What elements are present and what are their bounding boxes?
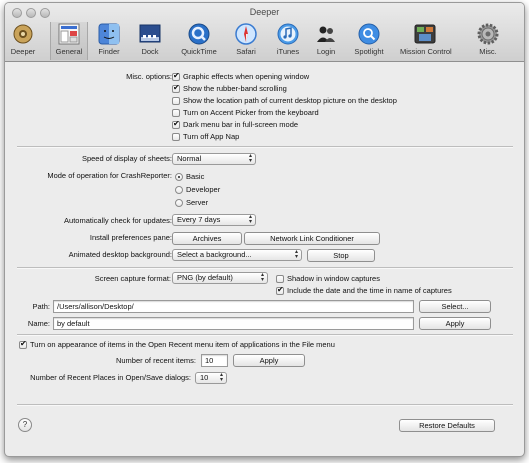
- toolbar-item-mission-control[interactable]: Mission Control: [400, 22, 452, 60]
- checkbox-app-nap[interactable]: [172, 133, 180, 141]
- checkbox-label: Turn on appearance of items in the Open …: [30, 340, 335, 349]
- updates-label: Automatically check for updates:: [64, 216, 172, 225]
- separator: [17, 146, 513, 148]
- users-icon: [315, 23, 337, 45]
- separator: [17, 267, 513, 269]
- updates-popup[interactable]: Every 7 days ▴ ▾: [172, 214, 256, 226]
- spotlight-magnifier-icon: [358, 23, 380, 45]
- select-button[interactable]: Select...: [419, 300, 491, 313]
- radio-label: Developer: [186, 185, 221, 194]
- popup-value: Normal: [177, 154, 202, 163]
- apply-name-button[interactable]: Apply: [419, 317, 491, 330]
- checkbox-label: Show the rubber-band scrolling: [183, 84, 287, 93]
- checkbox-label: Show the location path of current deskto…: [183, 96, 397, 105]
- popup-value: PNG (by default): [177, 273, 233, 282]
- itunes-note-icon: [277, 23, 299, 45]
- toolbar-item-itunes[interactable]: iTunes: [273, 22, 303, 60]
- misc-options-label: Misc. options:: [126, 72, 172, 81]
- popup-value: Every 7 days: [177, 215, 221, 224]
- general-pane: Misc. options: Graphic effects when open…: [5, 62, 524, 456]
- gear-wheel-icon: [12, 23, 34, 45]
- separator: [17, 334, 513, 336]
- toolbar-label: Spotlight: [354, 47, 384, 56]
- toolbar-label: QuickTime: [181, 47, 217, 56]
- name-field[interactable]: by default: [53, 317, 414, 330]
- toolbar-item-login[interactable]: Login: [311, 22, 341, 60]
- checkbox-accent-picker[interactable]: [172, 109, 180, 117]
- checkbox-graphic-effects[interactable]: [172, 71, 180, 81]
- sheets-speed-label: Speed of display of sheets:: [81, 154, 172, 163]
- popup-arrows-icon: ▴ ▾: [248, 153, 252, 164]
- toolbar-item-finder[interactable]: Finder: [94, 22, 124, 60]
- title-bar: Deeper Deeper General Finder Dock QuickT…: [5, 3, 524, 62]
- toolbar-item-quicktime[interactable]: QuickTime: [181, 22, 217, 60]
- popup-value: Select a background...: [177, 250, 252, 259]
- radio-label: Basic: [186, 172, 205, 181]
- checkbox-label: Turn off App Nap: [183, 132, 240, 141]
- radio-label: Server: [186, 198, 209, 207]
- checkbox-label: Turn on Accent Picker from the keyboard: [183, 108, 319, 117]
- recent-items-field[interactable]: 10: [201, 354, 228, 367]
- checkbox-dark-menu-bar[interactable]: [172, 119, 180, 129]
- gear-icon: [477, 23, 499, 45]
- popup-arrows-icon: ▴ ▾: [294, 249, 298, 260]
- checkbox-label: Dark menu bar in full-screen mode: [183, 120, 299, 129]
- stop-button[interactable]: Stop: [307, 249, 375, 262]
- popup-arrows-icon: ▴ ▾: [260, 272, 264, 283]
- safari-compass-icon: [235, 23, 257, 45]
- checkbox-date-in-name[interactable]: [276, 285, 284, 295]
- checkbox-shadow-captures[interactable]: [276, 275, 284, 283]
- toolbar-item-spotlight[interactable]: Spotlight: [354, 22, 384, 60]
- checkbox-open-recent[interactable]: [19, 339, 27, 349]
- radio-developer[interactable]: [175, 186, 183, 194]
- toolbar-label: Misc.: [479, 47, 497, 56]
- general-prefs-icon: [58, 23, 80, 45]
- background-popup[interactable]: Select a background... ▴ ▾: [172, 249, 302, 261]
- sheets-speed-popup[interactable]: Normal ▴ ▾: [172, 153, 256, 165]
- checkbox-label: Graphic effects when opening window: [183, 72, 310, 81]
- popup-arrows-icon: ▴ ▾: [219, 372, 223, 383]
- path-label: Path:: [32, 302, 50, 311]
- toolbar-item-safari[interactable]: Safari: [231, 22, 261, 60]
- path-field[interactable]: /Users/allison/Desktop/: [53, 300, 414, 313]
- install-prefpane-label: Install preferences pane:: [89, 233, 172, 242]
- quicktime-icon: [188, 23, 210, 45]
- radio-server[interactable]: [175, 199, 183, 207]
- popup-arrows-icon: ▴ ▾: [248, 214, 252, 225]
- desktop-background-label: Animated desktop background:: [68, 250, 172, 259]
- archives-button[interactable]: Archives: [172, 232, 242, 245]
- recent-items-label: Number of recent items:: [115, 356, 196, 365]
- network-link-conditioner-button[interactable]: Network Link Conditioner: [244, 232, 380, 245]
- toolbar-item-deeper[interactable]: Deeper: [8, 22, 38, 60]
- finder-icon: [98, 23, 120, 45]
- popup-value: 10: [200, 373, 209, 382]
- checkbox-desktop-path[interactable]: [172, 97, 180, 105]
- recent-places-popup[interactable]: 10 ▴ ▾: [195, 372, 227, 384]
- toolbar-label: Mission Control: [400, 47, 452, 56]
- mission-control-icon: [414, 23, 436, 45]
- apply-recent-button[interactable]: Apply: [233, 354, 305, 367]
- separator: [17, 404, 513, 406]
- toolbar-label: Dock: [141, 47, 159, 56]
- crashreporter-label: Mode of operation for CrashReporter:: [47, 171, 172, 180]
- toolbar-item-misc[interactable]: Misc.: [473, 22, 503, 60]
- help-button[interactable]: ?: [18, 418, 32, 432]
- checkbox-label: Shadow in window captures: [287, 274, 380, 283]
- restore-defaults-button[interactable]: Restore Defaults: [399, 419, 495, 432]
- capture-format-popup[interactable]: PNG (by default) ▴ ▾: [172, 272, 268, 284]
- name-label: Name:: [27, 319, 50, 328]
- recent-places-label: Number of Recent Places in Open/Save dia…: [30, 373, 191, 382]
- window-title: Deeper: [249, 7, 280, 17]
- radio-basic[interactable]: [175, 173, 183, 181]
- toolbar-item-dock[interactable]: Dock: [135, 22, 165, 60]
- preferences-window: Deeper Deeper General Finder Dock QuickT…: [4, 2, 525, 457]
- capture-format-label: Screen capture format:: [94, 274, 171, 283]
- toolbar-item-general[interactable]: General: [50, 22, 88, 60]
- checkbox-label: Include the date and the time in name of…: [287, 286, 452, 295]
- dock-icon: [139, 23, 161, 45]
- checkbox-rubber-band[interactable]: [172, 83, 180, 93]
